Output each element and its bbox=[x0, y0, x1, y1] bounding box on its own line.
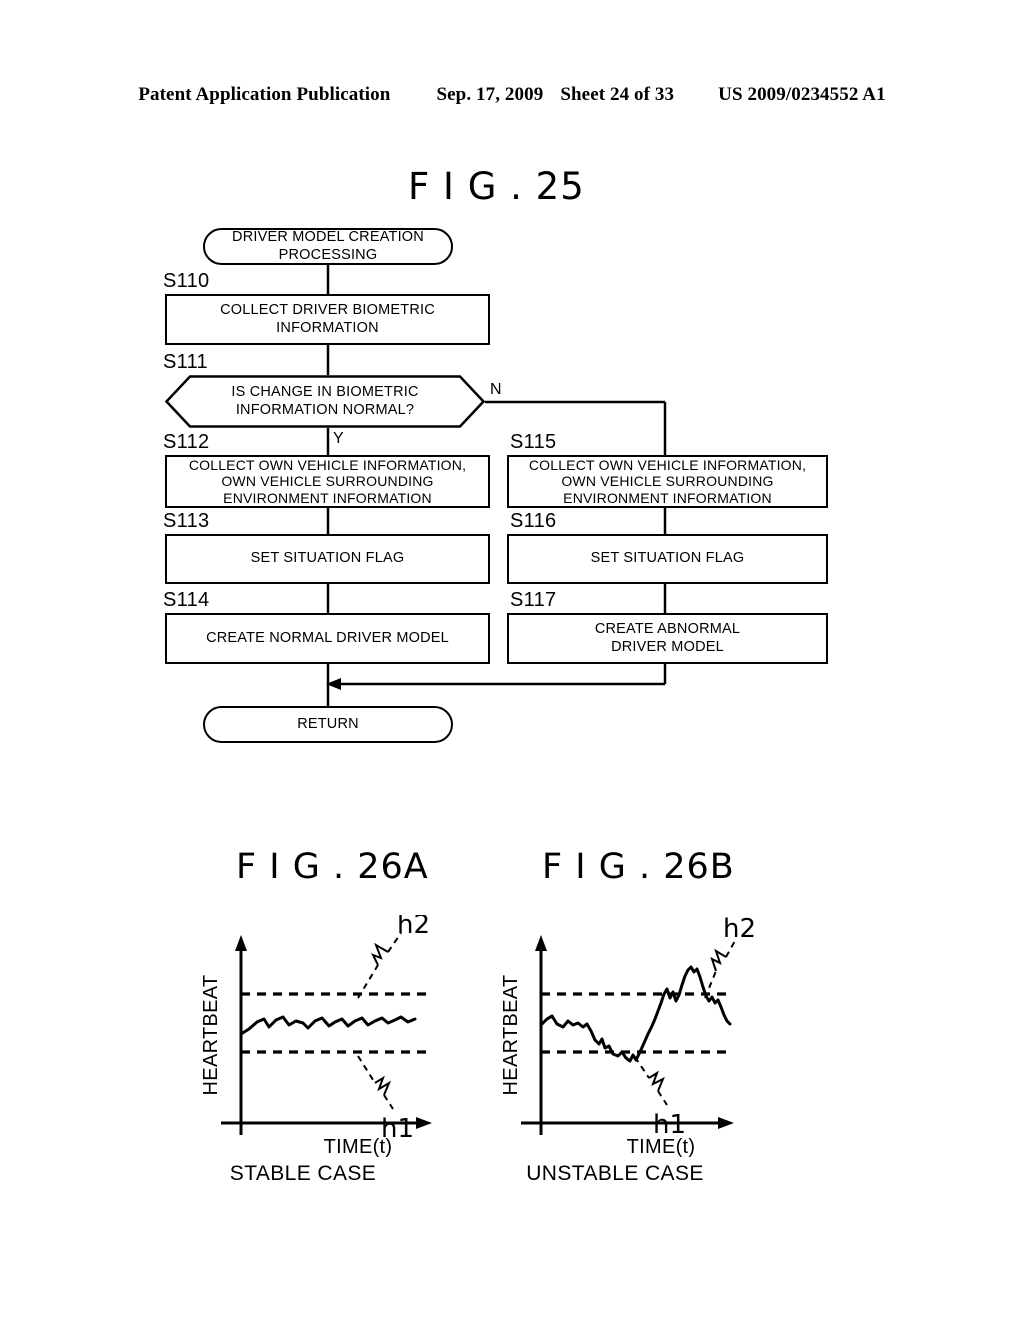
chart26b-h2-leader bbox=[704, 970, 717, 999]
chart26b-h1-zigzag bbox=[648, 1070, 665, 1092]
chart26a-h1-leader bbox=[357, 1055, 376, 1084]
chart26b-x-arrowhead bbox=[718, 1117, 734, 1129]
flowchart-box-s117-label: CREATE ABNORMAL DRIVER MODEL bbox=[594, 621, 741, 655]
flowchart-box-s115-label: COLLECT OWN VEHICLE INFORMATION, OWN VEH… bbox=[528, 456, 807, 506]
flowchart-return-terminator: RETURN bbox=[203, 706, 453, 743]
step-label-s110: S110 bbox=[163, 270, 210, 292]
chart26a-caption: STABLE CASE bbox=[230, 1162, 376, 1185]
chart26b-h2-zigzag bbox=[710, 948, 727, 972]
chart26a-signal-line bbox=[239, 1015, 417, 1036]
chart26b-signal-line bbox=[539, 965, 732, 1063]
branch-label-yes: Y bbox=[333, 430, 344, 447]
chart26a-x-arrowhead bbox=[416, 1117, 432, 1129]
chart26a-ylabel: HEARTBEAT bbox=[200, 975, 222, 1096]
figure-26b-title: F I G . 26B bbox=[542, 847, 735, 887]
chart26a-xlabel: TIME(t) bbox=[324, 1136, 393, 1158]
flowchart-box-s115: COLLECT OWN VEHICLE INFORMATION, OWN VEH… bbox=[507, 455, 828, 508]
flowchart-box-s110: COLLECT DRIVER BIOMETRIC INFORMATION bbox=[165, 294, 490, 345]
flowchart-box-s113-label: SET SITUATION FLAG bbox=[250, 550, 405, 567]
chart26a-h2-label: h2 bbox=[397, 915, 430, 940]
flowchart-box-s113: SET SITUATION FLAG bbox=[165, 534, 490, 584]
chart26b-h1-leader2 bbox=[657, 1090, 668, 1106]
chart26b-xlabel: TIME(t) bbox=[627, 1136, 696, 1158]
chart26a-h1-zigzag bbox=[374, 1075, 392, 1096]
chart26b-ylabel: HEARTBEAT bbox=[500, 975, 522, 1096]
figure-25-flowchart: DRIVER MODEL CREATION PROCESSING S110 CO… bbox=[0, 0, 1024, 800]
step-label-s117: S117 bbox=[510, 589, 557, 611]
flowchart-start-label: DRIVER MODEL CREATION PROCESSING bbox=[232, 229, 424, 263]
flowchart-decision-s111: IS CHANGE IN BIOMETRIC INFORMATION NORMA… bbox=[165, 375, 485, 428]
flowchart-box-s116: SET SITUATION FLAG bbox=[507, 534, 828, 584]
chart26b-h1-leader bbox=[634, 1056, 650, 1079]
figure-26a-chart: HEARTBEAT h2 h1 TIME(t) STABLE CASE bbox=[195, 915, 455, 1190]
figure-26b-chart: HEARTBEAT h2 h1 TIME(t) UNSTABLE CASE bbox=[495, 915, 770, 1190]
step-label-s111: S111 bbox=[163, 351, 208, 373]
chart26a-h1-leader2 bbox=[383, 1094, 394, 1110]
chart26b-caption: UNSTABLE CASE bbox=[526, 1162, 704, 1185]
flowchart-box-s114-label: CREATE NORMAL DRIVER MODEL bbox=[206, 629, 449, 646]
flowchart-box-s112: COLLECT OWN VEHICLE INFORMATION, OWN VEH… bbox=[165, 455, 490, 508]
step-label-s114: S114 bbox=[163, 589, 210, 611]
step-label-s113: S113 bbox=[163, 510, 210, 532]
flowchart-decision-s111-label: IS CHANGE IN BIOMETRIC INFORMATION NORMA… bbox=[231, 384, 419, 418]
flowchart-return-label: RETURN bbox=[297, 715, 359, 732]
flowchart-start-terminator: DRIVER MODEL CREATION PROCESSING bbox=[203, 228, 453, 265]
step-label-s112: S112 bbox=[163, 431, 210, 453]
branch-label-no: N bbox=[490, 381, 502, 398]
flowchart-box-s117: CREATE ABNORMAL DRIVER MODEL bbox=[507, 613, 828, 664]
flowchart-box-s110-label: COLLECT DRIVER BIOMETRIC INFORMATION bbox=[220, 302, 435, 336]
chart26a-y-arrowhead bbox=[235, 935, 247, 951]
flowchart-box-s116-label: SET SITUATION FLAG bbox=[590, 550, 745, 567]
chart26a-h2-zigzag bbox=[370, 942, 389, 966]
flowchart-box-s114: CREATE NORMAL DRIVER MODEL bbox=[165, 613, 490, 664]
figure-26a-title: F I G . 26A bbox=[236, 847, 429, 887]
flowchart-connectors bbox=[326, 264, 667, 709]
chart26b-y-arrowhead bbox=[535, 935, 547, 951]
flowchart-box-s112-label: COLLECT OWN VEHICLE INFORMATION, OWN VEH… bbox=[188, 456, 467, 506]
step-label-s116: S116 bbox=[510, 510, 557, 532]
step-label-s115: S115 bbox=[510, 431, 557, 453]
chart26b-h2-label: h2 bbox=[723, 915, 756, 944]
